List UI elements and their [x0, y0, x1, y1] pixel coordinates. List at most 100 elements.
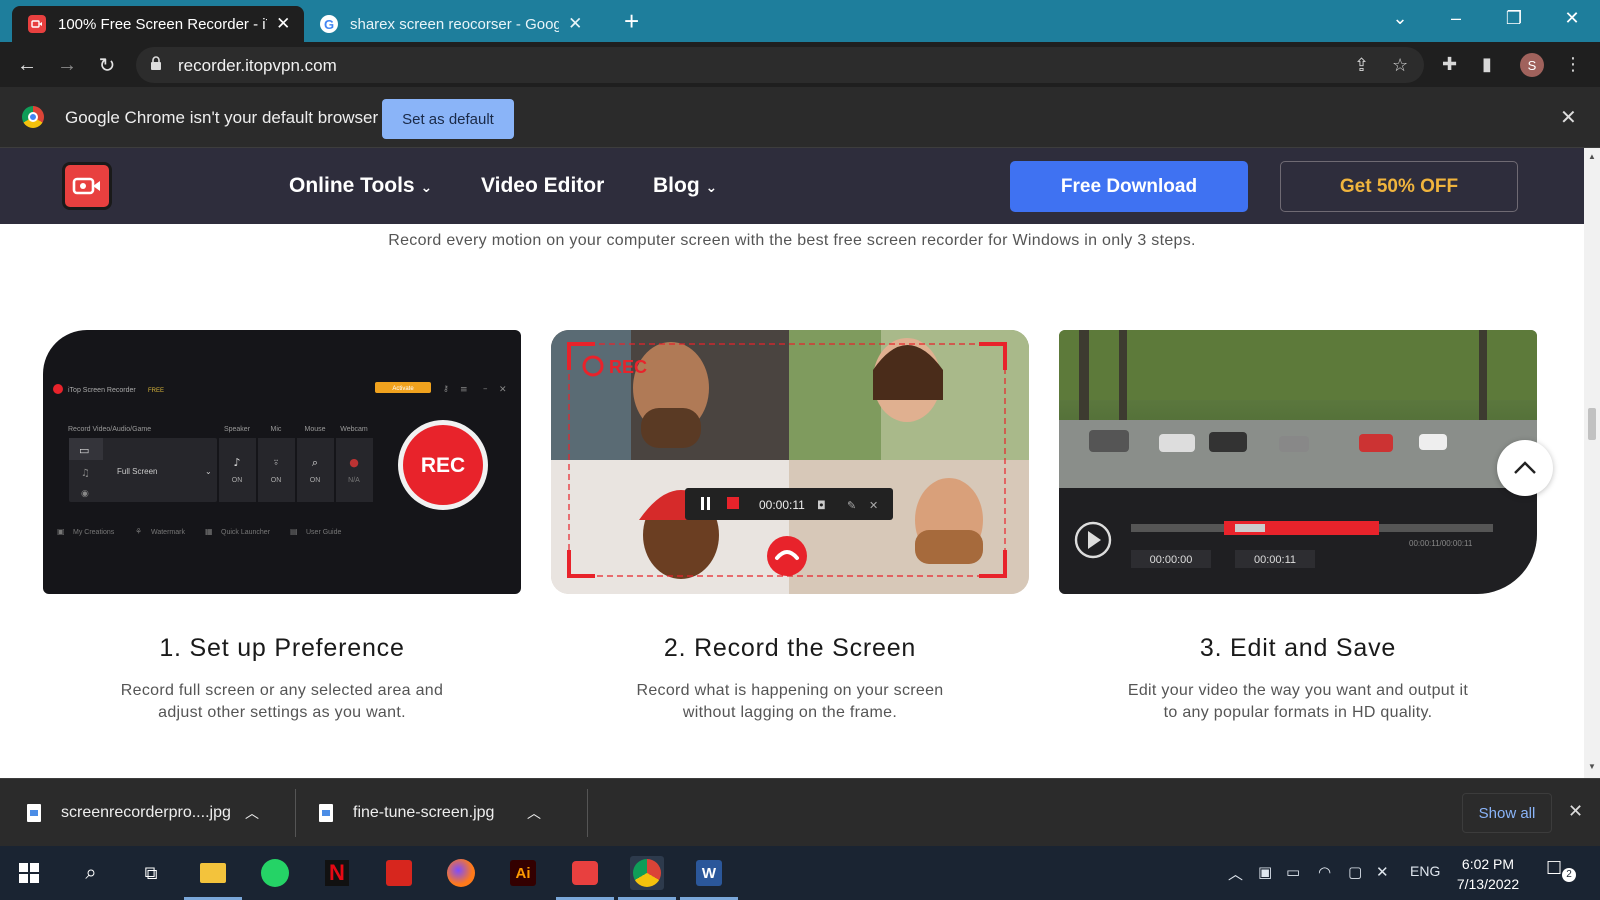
address-bar[interactable]: recorder.itopvpn.com ⇪ ☆ — [136, 47, 1424, 83]
back-to-top-button[interactable] — [1497, 440, 1553, 496]
chevron-down-icon: ⌄ — [705, 179, 718, 195]
mock-start-time: 00:00:00 — [1150, 554, 1193, 566]
firefox-icon[interactable] — [444, 856, 478, 890]
forward-arrow-icon[interactable]: → — [52, 50, 82, 80]
task-view-icon[interactable]: ⧉ — [134, 856, 168, 890]
chevron-down-icon: ⌄ — [420, 179, 433, 195]
video-call-mock: REC 00:00:11 ◘ ✎ ✕ — [551, 330, 1029, 594]
image-file-icon — [27, 804, 41, 822]
mock-section-label: Record Video/Audio/Game — [68, 426, 151, 433]
step2-image: REC 00:00:11 ◘ ✎ ✕ — [551, 330, 1029, 594]
infobar-close-icon[interactable]: ✕ — [1560, 105, 1577, 130]
word-icon[interactable]: W — [680, 856, 738, 900]
itop-logo-icon[interactable] — [62, 162, 112, 210]
windows-taskbar: ⌕ ⧉ N Ai W ︿ ▣ ▭ ◠ ▢ ✕ ENG 6:02 PM 7/13/… — [0, 846, 1600, 900]
nav-online-tools[interactable]: Online Tools ⌄ — [289, 174, 432, 198]
wifi-icon[interactable]: ◠ — [1318, 863, 1331, 881]
svg-text:▭: ▭ — [79, 444, 89, 457]
mock-footer-launcher: Quick Launcher — [221, 529, 271, 536]
taskbar-clock[interactable]: 6:02 PM 7/13/2022 — [1448, 854, 1528, 894]
url-text: recorder.itopvpn.com — [178, 56, 337, 75]
nav-blog[interactable]: Blog ⌄ — [653, 174, 717, 198]
back-arrow-icon[interactable]: ← — [12, 50, 42, 80]
svg-text:▣: ▣ — [57, 527, 65, 536]
page-viewport: Online Tools ⌄ Video Editor Blog ⌄ Free … — [0, 148, 1584, 778]
svg-text:▤: ▤ — [290, 527, 298, 536]
svg-text:⌕: ⌕ — [312, 456, 318, 469]
mock-rec-label: REC — [421, 454, 465, 477]
minimize-icon[interactable]: – — [1436, 8, 1476, 29]
chevron-up-icon[interactable]: ︿ — [527, 803, 541, 823]
svg-text:⚷: ⚷ — [443, 384, 449, 393]
nav-video-editor[interactable]: Video Editor — [481, 174, 604, 198]
windows-start-icon[interactable] — [12, 856, 46, 890]
svg-text:⍤: ⍤ — [273, 456, 280, 469]
display-icon[interactable]: ▢ — [1348, 863, 1362, 881]
get-discount-button[interactable]: Get 50% OFF — [1280, 161, 1518, 212]
whatsapp-icon[interactable] — [258, 856, 292, 890]
menu-kebab-icon[interactable]: ⋮ — [1564, 54, 1582, 75]
illustrator-icon[interactable]: Ai — [506, 856, 540, 890]
step2-title: 2. Record the Screen — [663, 634, 917, 662]
tab-google-search[interactable]: G sharex screen reocorser - Google ✕ — [304, 6, 596, 42]
mock-badge: FREE — [148, 388, 164, 394]
netflix-icon[interactable]: N — [320, 856, 354, 890]
reload-icon[interactable]: ↻ — [92, 50, 122, 80]
step3-image: 00:00:11/00:00:11 00:00:00 00:00:11 — [1059, 330, 1537, 594]
page-scrollbar[interactable]: ▲ ▼ — [1584, 148, 1600, 778]
tab-search-chevron-icon[interactable]: ⌄ — [1380, 8, 1420, 29]
window-close-icon[interactable]: ✕ — [1552, 8, 1592, 29]
share-icon[interactable]: ⇪ — [1354, 55, 1369, 76]
mock-activate: Activate — [392, 386, 414, 392]
mock-state-mouse: ON — [310, 477, 321, 484]
file-explorer-icon[interactable] — [184, 856, 242, 900]
mock-col-webcam: Webcam — [340, 426, 368, 433]
svg-text:✕: ✕ — [499, 385, 507, 395]
mock-footer-creations: My Creations — [73, 529, 115, 536]
search-icon[interactable]: ⌕ — [74, 856, 108, 890]
language-indicator[interactable]: ENG — [1410, 863, 1440, 879]
shelf-divider — [295, 789, 296, 837]
mock-state-speaker: ON — [232, 477, 243, 484]
profile-avatar[interactable]: S — [1520, 53, 1544, 77]
image-file-icon — [319, 804, 333, 822]
notifications-icon[interactable]: ☐ 2 — [1546, 858, 1576, 886]
tab-close-icon[interactable]: ✕ — [275, 14, 292, 34]
svg-text:–: – — [483, 384, 488, 394]
svg-text:◉: ◉ — [81, 489, 89, 499]
infobar-message: Google Chrome isn't your default browser — [65, 108, 379, 127]
bookmark-star-icon[interactable]: ☆ — [1392, 55, 1408, 76]
new-tab-plus-icon[interactable]: + — [624, 8, 639, 34]
restore-icon[interactable]: ❐ — [1494, 8, 1534, 29]
tab-itop-recorder[interactable]: 100% Free Screen Recorder - iTop ✕ — [12, 6, 304, 42]
mock-end-time: 00:00:11 — [1254, 554, 1296, 566]
meet-now-icon[interactable]: ▣ — [1258, 863, 1272, 881]
scroll-down-arrow-icon[interactable]: ▼ — [1588, 762, 1596, 771]
chevron-up-icon[interactable]: ︿ — [245, 803, 259, 823]
extensions-puzzle-icon[interactable]: ✚ — [1442, 54, 1457, 75]
acrobat-icon[interactable] — [382, 856, 416, 890]
download-item[interactable]: screenrecorderpro....jpg ︿ — [27, 779, 289, 847]
mock-state-webcam: N/A — [348, 477, 360, 484]
scroll-thumb[interactable] — [1588, 408, 1596, 440]
mock-col-mouse: Mouse — [304, 426, 325, 433]
tray-chevron-up-icon[interactable]: ︿ — [1228, 863, 1243, 884]
mock-col-mic: Mic — [271, 426, 282, 433]
recorder-app-mock: iTop Screen Recorder FREE Activate ⚷ ≡ –… — [53, 382, 507, 536]
shelf-close-icon[interactable]: ✕ — [1568, 801, 1583, 822]
itop-recorder-app-icon[interactable] — [556, 856, 614, 900]
chrome-app-icon[interactable] — [618, 856, 676, 900]
battery-icon[interactable]: ▭ — [1286, 863, 1300, 881]
scroll-up-arrow-icon[interactable]: ▲ — [1588, 152, 1596, 161]
site-header: Online Tools ⌄ Video Editor Blog ⌄ Free … — [0, 148, 1584, 224]
volume-muted-icon[interactable]: ✕ — [1376, 863, 1389, 881]
set-as-default-button[interactable]: Set as default — [382, 99, 514, 139]
download-item[interactable]: fine-tune-screen.jpg ︿ — [319, 779, 571, 847]
show-all-downloads-button[interactable]: Show all — [1462, 793, 1552, 833]
free-download-button[interactable]: Free Download — [1010, 161, 1248, 212]
tab-close-icon[interactable]: ✕ — [567, 14, 584, 34]
side-panel-icon[interactable]: ▮ — [1482, 54, 1492, 75]
svg-text:✎: ✎ — [847, 499, 856, 512]
mock-footer-watermark: Watermark — [151, 529, 185, 536]
mock-timer: 00:00:11 — [759, 498, 805, 512]
